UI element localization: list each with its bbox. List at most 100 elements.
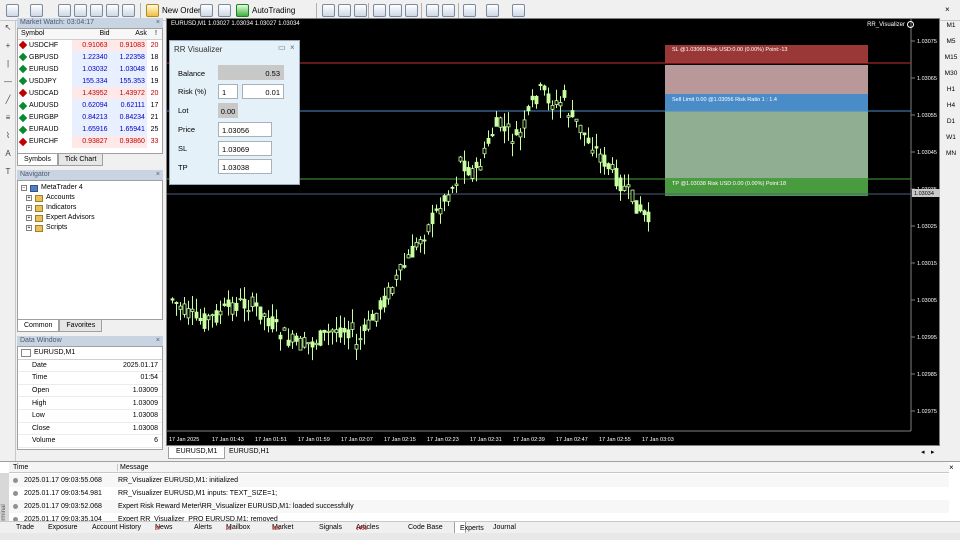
label-tool-icon[interactable]: T xyxy=(3,167,13,176)
close-icon[interactable]: × xyxy=(949,463,954,472)
close-icon[interactable]: × xyxy=(156,18,160,28)
tab-mailbox[interactable]: Mailbox 21 xyxy=(226,523,250,532)
col-ask[interactable]: Ask xyxy=(109,29,147,40)
candlestick-icon[interactable] xyxy=(338,3,351,18)
timeframe-m30[interactable]: M30 xyxy=(942,70,960,86)
auto-scroll-icon[interactable] xyxy=(426,3,439,18)
horizontal-line-icon[interactable]: — xyxy=(3,77,13,86)
price-input[interactable]: 1.03056 xyxy=(218,122,272,137)
navigator-icon[interactable] xyxy=(90,3,103,18)
tree-item-scripts[interactable]: + Scripts xyxy=(21,223,95,233)
col-message[interactable]: Message xyxy=(117,464,148,471)
tab-favorites[interactable]: Favorites xyxy=(59,320,103,332)
market-watch-row[interactable]: USDCHF 0.91063 0.91083 20 xyxy=(18,39,162,52)
tab-chart-m1[interactable]: EURUSD,M1 xyxy=(168,447,226,459)
autotrading-button[interactable]: AutoTrading xyxy=(236,3,295,18)
vertical-line-icon[interactable]: | xyxy=(3,59,13,68)
channel-icon[interactable]: ≡ xyxy=(3,113,13,122)
tab-chart-h1[interactable]: EURUSD,H1 xyxy=(222,447,276,459)
tab-news[interactable]: News 37 xyxy=(155,523,173,532)
timeframe-h1[interactable]: H1 xyxy=(942,86,960,102)
tree-root[interactable]: − MetaTrader 4 xyxy=(21,183,95,193)
expand-icon[interactable]: + xyxy=(26,225,32,231)
tree-item-indicators[interactable]: + Indicators xyxy=(21,203,95,213)
navigator-title: Navigator xyxy=(20,171,50,178)
market-watch-row[interactable]: GBPUSD 1.22340 1.22358 18 xyxy=(18,51,162,64)
line-chart-icon[interactable] xyxy=(354,3,367,18)
market-watch-row[interactable]: EURAUD 1.65916 1.65941 25 xyxy=(18,123,162,136)
bar-chart-icon[interactable] xyxy=(322,3,335,18)
market-watch-row[interactable]: USDJPY 155.334 155.353 19 xyxy=(18,75,162,88)
zoom-in-icon[interactable] xyxy=(373,3,386,18)
tree-item-accounts[interactable]: + Accounts xyxy=(21,193,95,203)
profiles-icon[interactable] xyxy=(30,3,43,18)
col-bid[interactable]: Bid xyxy=(72,29,110,40)
tab-common[interactable]: Common xyxy=(17,320,60,332)
minimize-icon[interactable]: ▭ xyxy=(278,43,286,52)
timeframe-w1[interactable]: W1 xyxy=(942,134,960,150)
collapse-icon[interactable]: − xyxy=(21,185,27,191)
col-spread[interactable]: ! xyxy=(146,29,162,40)
strategy-tester-icon[interactable] xyxy=(122,3,135,18)
sl-input[interactable]: 1.03069 xyxy=(218,141,272,156)
chart-shift-icon[interactable] xyxy=(442,3,455,18)
close-icon[interactable]: × xyxy=(290,43,295,52)
tile-windows-icon[interactable] xyxy=(405,3,418,18)
candle-body xyxy=(514,129,519,136)
close-icon[interactable]: × xyxy=(156,170,160,180)
close-icon[interactable]: × xyxy=(156,336,160,346)
options-icon[interactable] xyxy=(218,3,231,18)
indicators-icon[interactable] xyxy=(463,3,476,18)
crosshair-icon[interactable]: + xyxy=(3,41,13,50)
tab-articles[interactable]: Articles 1450 xyxy=(356,523,379,532)
tab-market[interactable]: Market 115 xyxy=(272,523,293,532)
market-watch-row[interactable]: EURGBP 0.84213 0.84234 21 xyxy=(18,111,162,124)
sl-field-label: SL xyxy=(178,144,188,153)
terminal-icon[interactable] xyxy=(106,3,119,18)
trendline-icon[interactable]: ╱ xyxy=(3,95,13,104)
new-chart-icon[interactable] xyxy=(6,3,19,18)
market-watch-icon[interactable] xyxy=(58,3,71,18)
candle-body xyxy=(230,302,235,315)
tab-symbols[interactable]: Symbols xyxy=(17,154,58,166)
expand-icon[interactable]: + xyxy=(26,195,32,201)
timeframe-d1[interactable]: D1 xyxy=(942,118,960,134)
col-symbol[interactable]: Symbol xyxy=(18,29,73,40)
fibonacci-icon[interactable]: ⌇ xyxy=(3,131,13,140)
tab-tick-chart[interactable]: Tick Chart xyxy=(57,154,104,166)
close-chart-icon[interactable]: × xyxy=(945,5,950,14)
gear-icon[interactable] xyxy=(907,21,914,28)
new-order-button[interactable]: New Order xyxy=(146,3,201,18)
risk-percent-input[interactable]: 1 xyxy=(218,84,238,99)
expand-icon[interactable]: + xyxy=(26,205,32,211)
scroll-right-icon[interactable]: ▸ xyxy=(924,447,942,459)
market-watch-row[interactable]: USDCAD 1.43952 1.43972 20 xyxy=(18,87,162,100)
data-window-header: Data Window × xyxy=(17,336,163,346)
templates-icon[interactable] xyxy=(512,3,525,18)
log-row[interactable]: 2025.01.17 09:03:52.068 Expert Risk Rewar… xyxy=(9,500,949,513)
market-watch-row[interactable]: EURCHF 0.93827 0.93860 33 xyxy=(18,135,162,148)
zoom-out-icon[interactable] xyxy=(389,3,402,18)
timeframe-h4[interactable]: H4 xyxy=(942,102,960,118)
log-row[interactable]: 2025.01.17 09:03:55.068 RR_Visualizer EUR… xyxy=(9,474,949,487)
timeframe-m5[interactable]: M5 xyxy=(942,38,960,54)
text-tool-icon[interactable]: A xyxy=(3,149,13,158)
metaeditor-icon[interactable] xyxy=(200,3,213,18)
market-watch-row[interactable]: EURUSD 1.03032 1.03048 16 xyxy=(18,63,162,76)
price-label: 1.03025 xyxy=(917,224,937,230)
tree-item-expert-advisors[interactable]: + Expert Advisors xyxy=(21,213,95,223)
candle-body xyxy=(474,161,479,169)
timeframe-m15[interactable]: M15 xyxy=(942,54,960,70)
cursor-icon[interactable]: ↖ xyxy=(3,23,13,32)
timeframe-mn[interactable]: MN xyxy=(942,150,960,166)
log-row[interactable]: 2025.01.17 09:03:54.981 RR_Visualizer EUR… xyxy=(9,487,949,500)
data-window-icon[interactable] xyxy=(74,3,87,18)
periods-icon[interactable] xyxy=(486,3,499,18)
risk-amount-input[interactable]: 0.01 xyxy=(242,84,284,99)
time-label: 17 Jan 02:23 xyxy=(427,437,459,443)
market-watch-row[interactable]: AUDUSD 0.62094 0.62111 17 xyxy=(18,99,162,112)
col-time[interactable]: Time xyxy=(13,464,28,471)
timeframe-m1[interactable]: M1 xyxy=(942,22,960,38)
expand-icon[interactable]: + xyxy=(26,215,32,221)
tp-input[interactable]: 1.03038 xyxy=(218,159,272,174)
